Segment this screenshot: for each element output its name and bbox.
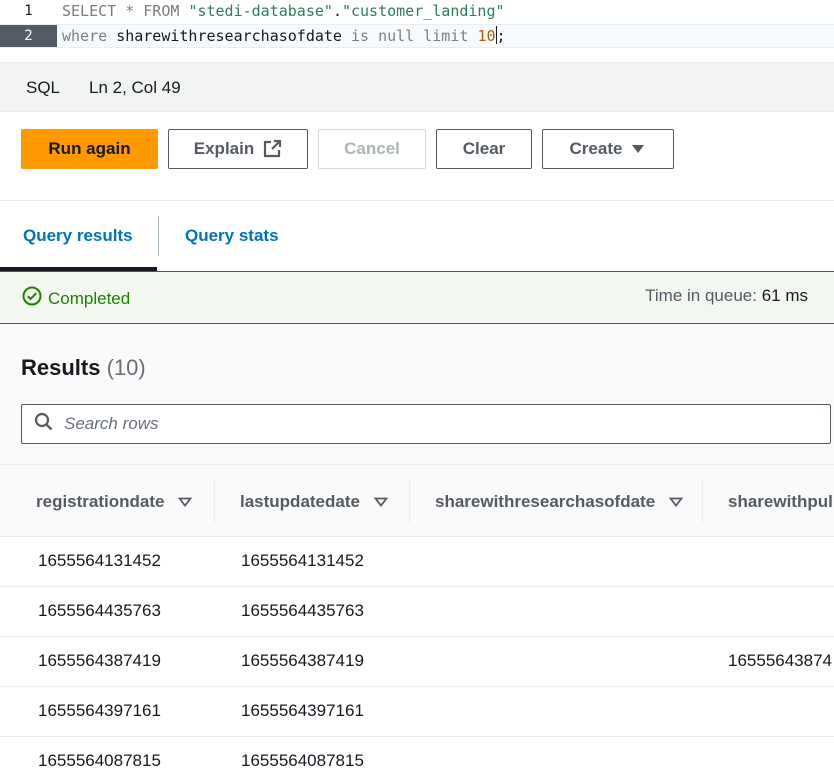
sql-string-database: "stedi-database" — [188, 2, 333, 20]
sql-semicolon: ; — [496, 27, 506, 45]
results-count: (10) — [106, 355, 146, 380]
sql-keyword-is: is — [341, 27, 379, 45]
sort-icon[interactable] — [178, 492, 193, 512]
column-header-lastupdatedate[interactable]: lastupdatedate — [240, 465, 389, 538]
editor-status-bar: SQL Ln 2, Col 49 — [0, 63, 834, 112]
results-heading: Results (10) — [21, 355, 146, 381]
column-header-sharewithpublic[interactable]: sharewithpul — [728, 465, 833, 538]
status-indicator: Completed — [22, 286, 130, 311]
table-row[interactable]: 1655564435763 1655564435763 — [0, 587, 834, 637]
column-header-registrationdate[interactable]: registrationdate — [36, 465, 193, 538]
run-again-label: Run again — [48, 139, 131, 158]
search-icon — [34, 412, 54, 437]
sort-icon[interactable] — [668, 492, 684, 512]
clear-button[interactable]: Clear — [436, 129, 532, 169]
column-label: sharewithresearchasofdate — [435, 491, 656, 511]
line-number-active: 2 — [0, 25, 57, 47]
cell-lastupdatedate: 1655564435763 — [241, 601, 364, 620]
tab-separator — [158, 216, 159, 256]
sql-keyword-where: where — [62, 27, 117, 45]
search-rows-field[interactable] — [21, 404, 831, 444]
cell-registrationdate: 1655564387419 — [38, 651, 161, 670]
cell-lastupdatedate: 1655564087815 — [241, 751, 364, 770]
external-link-icon — [262, 139, 282, 159]
editor-line-1[interactable]: 1 SELECT * FROM "stedi-database"."custom… — [0, 0, 834, 24]
table-header: registrationdate lastupdatedate sharewit… — [0, 464, 834, 537]
column-label: registrationdate — [36, 491, 165, 511]
sql-string-table: "customer_landing" — [341, 2, 505, 20]
table-row[interactable]: 1655564131452 1655564131452 — [0, 537, 834, 587]
create-dropdown-button[interactable]: Create — [542, 129, 674, 169]
query-status-alert: Completed Time in queue: 61 ms — [0, 272, 834, 324]
code-line[interactable]: where sharewithresearchasofdate is null … — [62, 25, 506, 47]
column-header-sharewithresearchasofdate[interactable]: sharewithresearchasofdate — [435, 465, 684, 538]
sql-keyword: SELECT * FROM — [62, 2, 189, 20]
queue-value: 61 ms — [761, 286, 808, 305]
tab-label: Query stats — [185, 226, 279, 245]
run-again-button[interactable]: Run again — [21, 129, 158, 169]
sql-dot: . — [332, 2, 342, 20]
search-input[interactable] — [64, 414, 764, 434]
explain-label: Explain — [193, 139, 255, 158]
tab-query-stats[interactable]: Query stats — [185, 216, 279, 256]
cell-registrationdate: 1655564435763 — [38, 601, 161, 620]
table-row[interactable]: 1655564387419 1655564387419 16555643874 — [0, 637, 834, 687]
sql-keyword-null: null — [378, 27, 415, 45]
time-in-queue: Time in queue: 61 ms — [645, 286, 808, 306]
cell-lastupdatedate: 1655564131452 — [241, 551, 364, 570]
sql-identifier: sharewithresearchasofdate — [116, 27, 342, 45]
cell-lastupdatedate: 1655564387419 — [241, 651, 364, 670]
results-title: Results — [21, 355, 101, 380]
create-label: Create — [569, 139, 623, 158]
queue-label: Time in queue: — [645, 286, 757, 305]
cell-sharewithpublic: 16555643874 — [728, 651, 833, 670]
sql-editor[interactable]: 1 SELECT * FROM "stedi-database"."custom… — [0, 0, 834, 63]
cell-registrationdate: 1655564087815 — [38, 751, 161, 770]
line-number: 1 — [24, 3, 33, 19]
cell-registrationdate: 1655564397161 — [38, 701, 161, 720]
column-divider[interactable] — [702, 479, 703, 523]
tab-query-results[interactable]: Query results — [23, 216, 133, 256]
check-circle-icon — [22, 286, 42, 311]
explain-button[interactable]: Explain — [168, 129, 308, 169]
code-line[interactable]: SELECT * FROM "stedi-database"."customer… — [62, 0, 505, 22]
cancel-label: Cancel — [344, 139, 400, 158]
cell-lastupdatedate: 1655564397161 — [241, 701, 364, 720]
clear-label: Clear — [462, 139, 506, 158]
section-divider — [0, 200, 834, 201]
cancel-button[interactable]: Cancel — [318, 129, 426, 169]
tab-label: Query results — [23, 226, 133, 245]
caret-down-icon — [630, 143, 646, 155]
sort-icon[interactable] — [373, 492, 389, 512]
column-divider[interactable] — [214, 479, 215, 523]
column-divider[interactable] — [409, 479, 410, 523]
editor-line-2[interactable]: 2 where sharewithresearchasofdate is nul… — [0, 24, 834, 48]
column-label: lastupdatedate — [240, 491, 360, 511]
sql-keyword-limit: limit — [414, 27, 478, 45]
table-row[interactable]: 1655564397161 1655564397161 — [0, 687, 834, 737]
status-text: Completed — [48, 288, 131, 308]
table-row[interactable]: 1655564087815 1655564087815 — [0, 737, 834, 772]
column-label: sharewithpul — [728, 491, 833, 511]
sql-number: 10 — [477, 27, 496, 45]
cell-registrationdate: 1655564131452 — [38, 551, 161, 570]
cursor-position: Ln 2, Col 49 — [89, 78, 181, 97]
language-label: SQL — [26, 78, 61, 97]
